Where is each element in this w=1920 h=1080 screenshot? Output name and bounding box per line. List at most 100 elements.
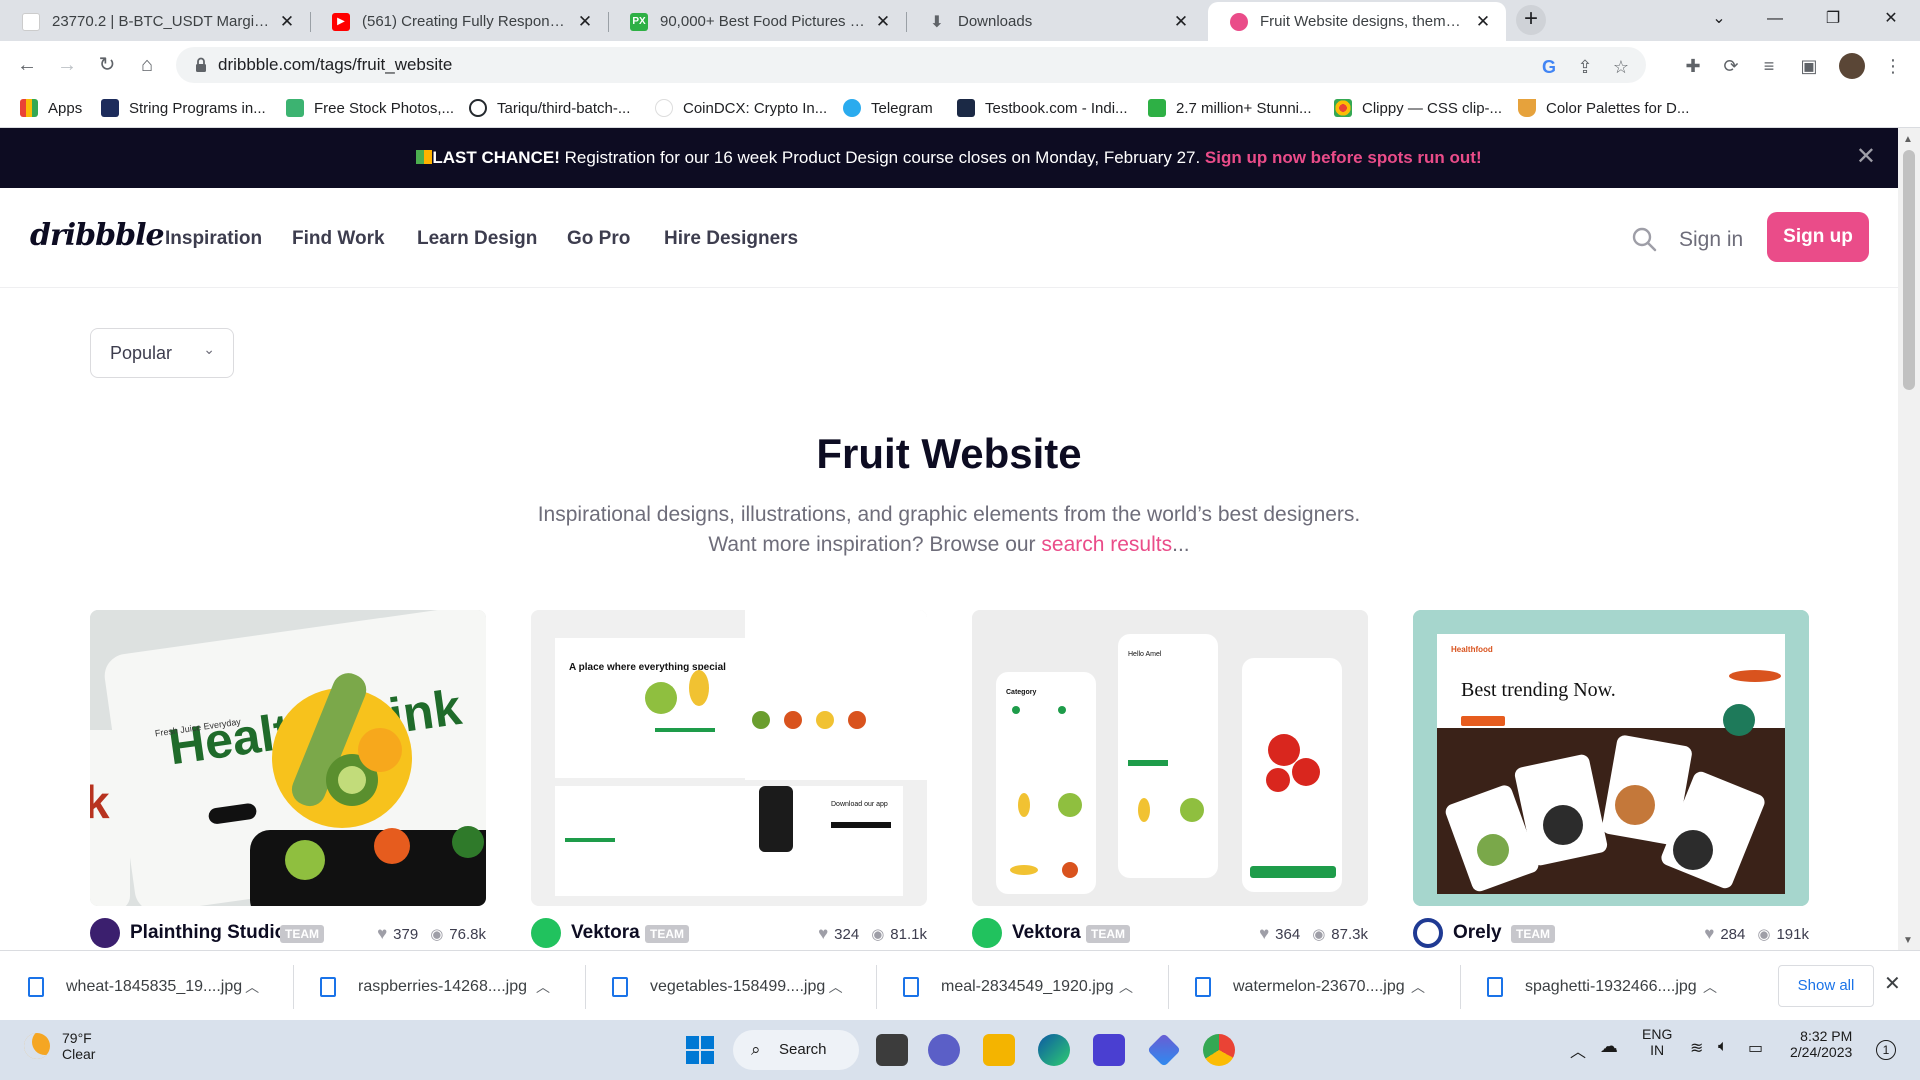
show-all-downloads-button[interactable]: Show all xyxy=(1778,965,1874,1007)
scroll-down-icon[interactable]: ▼ xyxy=(1903,935,1913,946)
extensions-icon[interactable]: ✚ xyxy=(1680,53,1706,79)
close-downloads-icon[interactable]: ✕ xyxy=(1884,971,1901,996)
reload-icon[interactable]: ↻ xyxy=(92,50,122,80)
windows-start-icon[interactable] xyxy=(684,1034,716,1066)
heart-icon[interactable]: ♥ xyxy=(818,924,828,944)
scrollbar-thumb[interactable] xyxy=(1903,150,1915,390)
sort-dropdown[interactable]: Popular ⌄ xyxy=(90,328,234,378)
chevron-up-icon[interactable]: ︿ xyxy=(1570,1038,1586,1062)
battery-icon[interactable]: ▭ xyxy=(1748,1038,1763,1058)
bookmark-apps[interactable]: Apps xyxy=(20,99,82,117)
teams-chat-icon[interactable] xyxy=(928,1034,960,1066)
taskbar-search[interactable]: ⌕ Search xyxy=(733,1030,859,1070)
bookmark-item[interactable]: Color Palettes for D... xyxy=(1518,99,1689,117)
bookmark-star-icon[interactable]: ☆ xyxy=(1610,56,1632,78)
author-avatar[interactable] xyxy=(972,918,1002,948)
side-panel-icon[interactable]: ▣ xyxy=(1796,53,1822,79)
nav-learn-design[interactable]: Learn Design xyxy=(417,228,537,250)
vscode-like-icon[interactable] xyxy=(1093,1034,1125,1066)
close-tab-icon[interactable]: ✕ xyxy=(278,12,296,32)
bookmark-item[interactable]: String Programs in... xyxy=(101,99,266,117)
chrome-icon[interactable] xyxy=(1203,1034,1235,1066)
heart-icon[interactable]: ♥ xyxy=(1704,924,1714,944)
chevron-up-icon[interactable]: ︿ xyxy=(1115,977,1137,997)
sign-up-button[interactable]: Sign up xyxy=(1767,212,1869,262)
heart-icon[interactable]: ♥ xyxy=(1259,924,1269,944)
restore-button[interactable]: ❐ xyxy=(1804,0,1862,41)
onedrive-icon[interactable]: ☁ xyxy=(1600,1036,1618,1057)
extension-icon[interactable]: ⟳ xyxy=(1718,53,1744,79)
bookmark-item[interactable]: 2.7 million+ Stunni... xyxy=(1148,99,1312,117)
app-icon[interactable] xyxy=(1147,1033,1181,1067)
browser-tab[interactable]: ▶ (561) Creating Fully Responsive W ✕ xyxy=(310,2,608,41)
bookmark-item[interactable]: Tariqu/third-batch-... xyxy=(469,99,630,117)
bookmark-item[interactable]: Telegram xyxy=(843,99,933,117)
notification-badge[interactable]: 1 xyxy=(1876,1040,1896,1060)
announcement-link[interactable]: Sign up now before spots run out! xyxy=(1205,148,1482,167)
nav-inspiration[interactable]: Inspiration xyxy=(165,228,262,250)
page-scrollbar[interactable]: ▲ ▼ xyxy=(1898,128,1920,950)
share-icon[interactable]: ⇪ xyxy=(1574,56,1596,78)
author-name[interactable]: Vektora xyxy=(571,922,640,944)
close-tab-icon[interactable]: ✕ xyxy=(576,12,594,32)
bookmark-item[interactable]: Free Stock Photos,... xyxy=(286,99,454,117)
chevron-up-icon[interactable]: ︿ xyxy=(1407,977,1429,997)
address-bar[interactable]: dribbble.com/tags/fruit_website G ⇪ ☆ xyxy=(176,47,1646,83)
nav-go-pro[interactable]: Go Pro xyxy=(567,228,630,250)
author-avatar[interactable] xyxy=(531,918,561,948)
browser-tab-active[interactable]: Fruit Website designs, themes, te ✕ xyxy=(1208,2,1506,41)
reading-list-icon[interactable]: ≡ xyxy=(1756,53,1782,79)
language-indicator[interactable]: ENG IN xyxy=(1642,1026,1672,1058)
scroll-up-icon[interactable]: ▲ xyxy=(1903,134,1913,145)
volume-icon[interactable]: 🔈︎ xyxy=(1718,1038,1728,1056)
search-icon[interactable] xyxy=(1631,226,1657,252)
nav-hire-designers[interactable]: Hire Designers xyxy=(664,228,798,250)
download-item[interactable]: vegetables-158499....jpg ︿ xyxy=(584,973,846,1001)
new-tab-button[interactable]: + xyxy=(1516,5,1546,35)
close-banner-icon[interactable]: ✕ xyxy=(1856,142,1876,171)
back-icon[interactable]: ← xyxy=(12,50,42,80)
author-name[interactable]: Orely xyxy=(1453,922,1502,944)
bookmark-item[interactable]: Testbook.com - Indi... xyxy=(957,99,1128,117)
chevron-up-icon[interactable]: ︿ xyxy=(242,977,262,997)
home-icon[interactable]: ⌂ xyxy=(132,50,162,80)
menu-kebab-icon[interactable]: ⋮ xyxy=(1880,53,1906,79)
browser-tab[interactable]: PX 90,000+ Best Food Pictures & Fre ✕ xyxy=(608,2,906,41)
chevron-up-icon[interactable]: ︿ xyxy=(1699,977,1721,997)
shot-thumbnail[interactable]: Category Hello Amel xyxy=(972,610,1368,906)
close-tab-icon[interactable]: ✕ xyxy=(874,12,892,32)
close-window-button[interactable]: ✕ xyxy=(1862,0,1920,41)
search-results-link[interactable]: search results xyxy=(1041,533,1172,556)
author-name[interactable]: Plainthing Studio xyxy=(130,922,286,944)
weather-widget[interactable]: 79°F Clear xyxy=(24,1030,95,1062)
edge-icon[interactable] xyxy=(1038,1034,1070,1066)
clock[interactable]: 8:32 PM 2/24/2023 xyxy=(1790,1028,1852,1060)
browser-tab[interactable]: ⬇ Downloads ✕ xyxy=(906,2,1204,41)
wifi-icon[interactable]: ≋ xyxy=(1690,1038,1703,1058)
forward-icon[interactable]: → xyxy=(52,50,82,80)
browser-tab[interactable]: 23770.2 | B-BTC_USDT Margined ✕ xyxy=(0,2,310,41)
sign-in-link[interactable]: Sign in xyxy=(1679,228,1743,252)
close-tab-icon[interactable]: ✕ xyxy=(1474,12,1492,32)
task-view-icon[interactable] xyxy=(876,1034,908,1066)
google-lens-icon[interactable]: G xyxy=(1538,56,1560,78)
tab-search-icon[interactable]: ⌄ xyxy=(1690,0,1748,41)
download-item[interactable]: spaghetti-1932466....jpg ︿ xyxy=(1459,973,1721,1001)
heart-icon[interactable]: ♥ xyxy=(377,924,387,944)
bookmark-item[interactable]: Clippy — CSS clip-... xyxy=(1334,99,1502,117)
nav-find-work[interactable]: Find Work xyxy=(292,228,385,250)
profile-avatar[interactable] xyxy=(1839,53,1865,79)
shot-thumbnail[interactable]: A place where everything special Downloa… xyxy=(531,610,927,906)
author-name[interactable]: Vektora xyxy=(1012,922,1081,944)
author-avatar[interactable] xyxy=(90,918,120,948)
download-item[interactable]: raspberries-14268....jpg ︿ xyxy=(292,973,554,1001)
close-tab-icon[interactable]: ✕ xyxy=(1172,12,1190,32)
dribbble-logo[interactable]: dribbble xyxy=(30,218,165,253)
chevron-up-icon[interactable]: ︿ xyxy=(825,977,846,997)
file-explorer-icon[interactable] xyxy=(983,1034,1015,1066)
bookmark-item[interactable]: CoinDCX: Crypto In... xyxy=(655,99,827,117)
chevron-up-icon[interactable]: ︿ xyxy=(532,977,554,997)
shot-thumbnail[interactable]: Healthfood Best trending Now. xyxy=(1413,610,1809,906)
download-item[interactable]: meal-2834549_1920.jpg ︿ xyxy=(875,973,1137,1001)
download-item[interactable]: watermelon-23670....jpg ︿ xyxy=(1167,973,1429,1001)
